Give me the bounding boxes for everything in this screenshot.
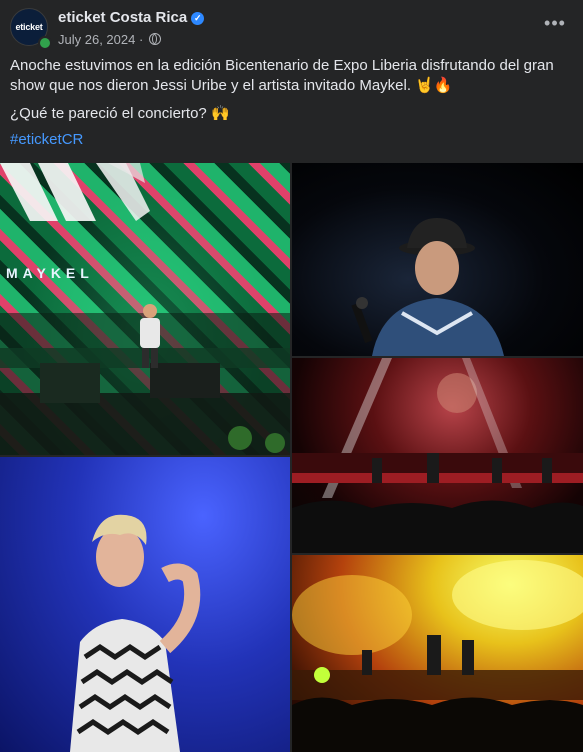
globe-icon (148, 33, 161, 45)
photo-4-art (70, 514, 201, 752)
verified-badge-icon: ✓ (191, 12, 205, 25)
post-paragraph-1: Anoche estuvimos en la edición Bicentena… (10, 57, 554, 94)
page-name-label[interactable]: eticket Costa Rica (58, 9, 187, 26)
photo-concert-stage-red[interactable] (292, 358, 583, 553)
more-horizontal-icon: ••• (544, 13, 566, 33)
page-name[interactable]: eticket Costa Rica ✓ (58, 9, 205, 26)
eticket-logo: eticket (15, 22, 43, 32)
photo-5-art (292, 560, 583, 752)
photo-grid: MAYKEL (0, 163, 583, 752)
photo-1-art (0, 163, 290, 455)
photo-concert-smoke[interactable] (292, 555, 583, 752)
post-meta: July 26, 2024 · (58, 32, 161, 47)
post-date[interactable]: July 26, 2024 (58, 32, 135, 47)
post-text: Anoche estuvimos en la edición Bicentena… (10, 56, 575, 132)
photo-3-art (292, 358, 583, 553)
online-status-dot (38, 36, 52, 50)
hashtag-link[interactable]: #eticketCR (10, 131, 83, 148)
photo-singer-hat[interactable] (292, 163, 583, 356)
more-options-button[interactable]: ••• (541, 12, 569, 40)
photo-maykel-stage[interactable]: MAYKEL (0, 163, 290, 455)
photo-maykel-portrait[interactable] (0, 457, 290, 752)
photo-1-caption: MAYKEL (6, 265, 94, 281)
post-paragraph-2: ¿Qué te pareció el concierto? 🙌 (10, 105, 230, 122)
photo-2-art (351, 218, 504, 356)
post-header: eticket eticket Costa Rica ✓ July 26, 202… (0, 0, 583, 56)
